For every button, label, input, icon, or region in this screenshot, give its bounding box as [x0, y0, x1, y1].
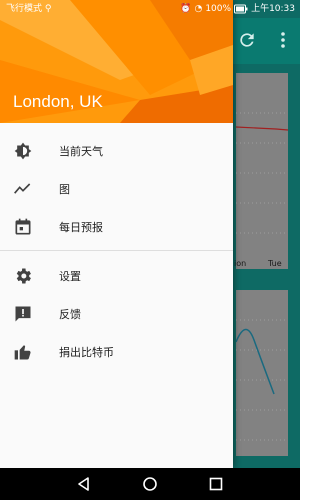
home-icon[interactable] — [142, 476, 158, 492]
menu-item-current-weather[interactable]: 当前天气 — [0, 132, 233, 170]
location-title: London, UK — [13, 92, 103, 111]
menu-item-donate-bitcoin[interactable]: 捐出比特币 — [0, 333, 233, 371]
menu-item-label: 捐出比特币 — [59, 346, 114, 359]
trending-icon — [14, 183, 31, 194]
menu-item-feedback[interactable]: 反馈 — [0, 295, 233, 333]
battery-percent: 100% — [205, 4, 232, 14]
menu-item-label: 图 — [59, 183, 70, 196]
feedback-icon — [15, 306, 31, 322]
menu-item-label: 设置 — [59, 270, 81, 283]
chart-day-label: ion — [234, 259, 247, 268]
clock: 上午10:33 — [251, 4, 295, 14]
menu-item-graphs[interactable]: 图 — [0, 170, 233, 208]
status-right: ⏰ ◔ 100% 上午10:33 — [180, 0, 295, 18]
airplane-mode-label: 飞行模式 — [6, 4, 43, 14]
status-bar: 飞行模式 ⚲ ⏰ ◔ 100% 上午10:33 — [0, 0, 300, 18]
background-chart — [235, 112, 289, 234]
gear-icon — [16, 268, 31, 284]
navigation-drawer: London, UK 当前天气 图 每日预报 设置 反馈 捐出比特币 — [0, 0, 233, 468]
menu-item-daily-forecast[interactable]: 每日预报 — [0, 208, 233, 246]
drawer-menu: 当前天气 图 每日预报 设置 反馈 捐出比特币 — [0, 132, 233, 371]
screen: ion Tue 飞行模式 ⚲ ⏰ ◔ 100% 上午10:33 London, … — [0, 0, 300, 500]
menu-item-label: 反馈 — [59, 308, 81, 321]
drawer-header: London, UK — [0, 0, 233, 123]
calendar-icon — [15, 218, 31, 235]
menu-item-label: 当前天气 — [59, 145, 103, 158]
recents-icon[interactable] — [208, 476, 224, 492]
alarm-icon: ⏰ — [180, 4, 192, 14]
brightness-icon — [14, 142, 32, 160]
background-chart-card — [235, 290, 288, 456]
wifi-icon: ◔ — [194, 4, 203, 14]
back-icon[interactable] — [76, 476, 92, 492]
overflow-menu-icon[interactable] — [277, 30, 289, 50]
thumb-up-icon — [14, 345, 31, 360]
status-left: 飞行模式 ⚲ — [6, 0, 51, 18]
navigation-bar — [0, 468, 300, 500]
battery-icon — [234, 4, 248, 14]
menu-item-label: 每日预报 — [59, 221, 103, 234]
menu-divider — [0, 250, 233, 251]
signal-icon: ⚲ — [44, 4, 52, 14]
chart-day-label: Tue — [268, 259, 282, 268]
background-chart — [235, 319, 288, 441]
menu-item-settings[interactable]: 设置 — [0, 257, 233, 295]
refresh-icon[interactable] — [237, 30, 257, 50]
background-chart-card: ion Tue — [234, 73, 289, 269]
